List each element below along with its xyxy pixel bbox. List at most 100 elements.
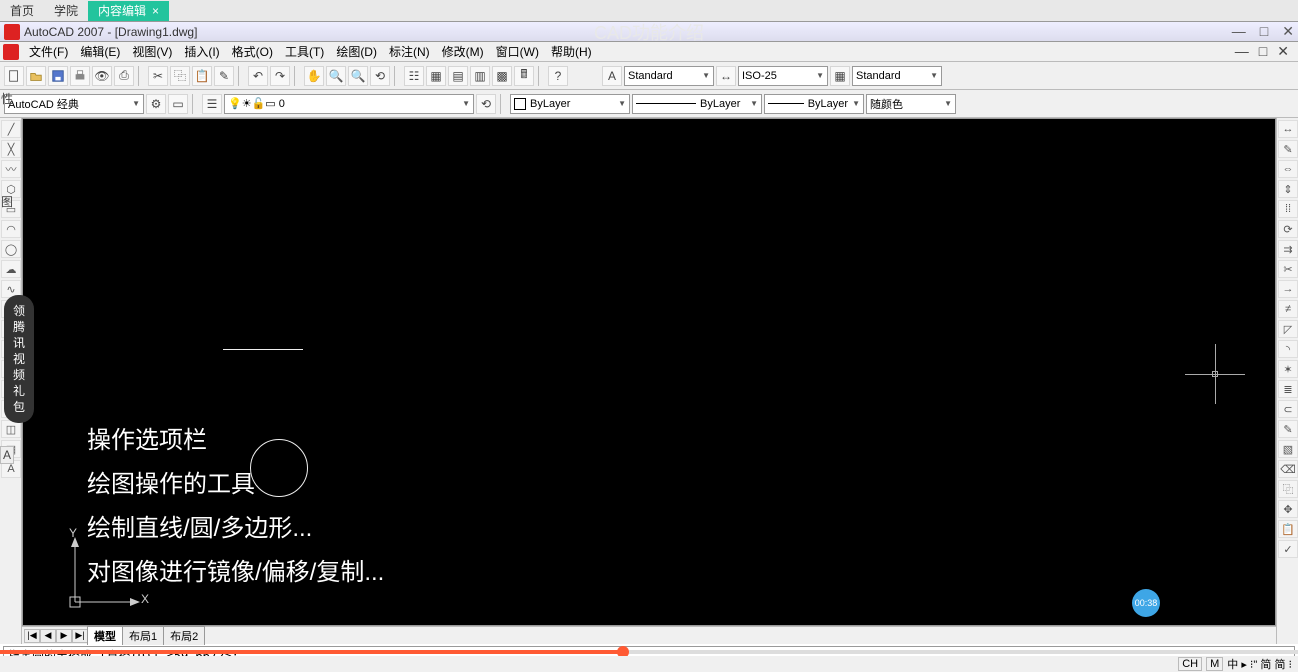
- layer-select[interactable]: 💡 ☀ 🔓 ▭ 0 ▼: [224, 94, 474, 114]
- tablestyle-icon[interactable]: ▦: [830, 66, 850, 86]
- tab-edit[interactable]: 内容编辑 ×: [88, 1, 169, 21]
- help-button[interactable]: ?: [548, 66, 568, 86]
- doc-close-button[interactable]: ✕: [1277, 43, 1289, 60]
- publish-button[interactable]: ⎙: [114, 66, 134, 86]
- offset-tool[interactable]: ⇉: [1278, 240, 1298, 258]
- match-button[interactable]: ✎: [214, 66, 234, 86]
- tab-college[interactable]: 学院: [44, 1, 88, 21]
- drawing-canvas[interactable]: Y X 操作选项栏 绘图操作的工具 绘制直线/圆/多边形... 对图像进行镜像/…: [22, 118, 1276, 626]
- menu-tools[interactable]: 工具(T): [281, 42, 328, 61]
- workspace-save-button[interactable]: ▭: [168, 94, 188, 114]
- sheetset-button[interactable]: ▥: [470, 66, 490, 86]
- tab-nav-first[interactable]: |◀: [24, 629, 40, 643]
- table-style-select[interactable]: Standard▼: [852, 66, 942, 86]
- hatch-edit-tool[interactable]: ✎: [1278, 140, 1298, 158]
- color-select[interactable]: ByLayer▼: [510, 94, 630, 114]
- break-tool[interactable]: ≠: [1278, 300, 1298, 318]
- plotstyle-select[interactable]: 随颜色▼: [866, 94, 956, 114]
- video-progress-bar[interactable]: [0, 650, 1298, 654]
- menu-dim[interactable]: 标注(N): [385, 42, 434, 61]
- layer-prev-button[interactable]: ⟲: [476, 94, 496, 114]
- copy2-tool[interactable]: ⿻: [1278, 480, 1298, 498]
- side-panel-properties[interactable]: 性: [1, 90, 13, 107]
- tab-home[interactable]: 首页: [0, 1, 44, 21]
- extend-tool[interactable]: →: [1278, 280, 1298, 298]
- move2-tool[interactable]: ✥: [1278, 500, 1298, 518]
- new-button[interactable]: [4, 66, 24, 86]
- tab-model[interactable]: 模型: [87, 626, 123, 645]
- design-center-button[interactable]: ▦: [426, 66, 446, 86]
- fillet-tool[interactable]: ◝: [1278, 340, 1298, 358]
- match-tool[interactable]: ✓: [1278, 540, 1298, 558]
- save-button[interactable]: [48, 66, 68, 86]
- doc-maximize-button[interactable]: □: [1259, 43, 1267, 60]
- grad-tool[interactable]: ▧: [1278, 440, 1298, 458]
- tab-nav-next[interactable]: ▶: [56, 629, 72, 643]
- dimstyle-icon[interactable]: ↔: [716, 66, 736, 86]
- markup-button[interactable]: ▩: [492, 66, 512, 86]
- zoom-prev-button[interactable]: ⟲: [370, 66, 390, 86]
- tab-layout1[interactable]: 布局1: [122, 626, 164, 645]
- rotate-tool[interactable]: ⟳: [1278, 220, 1298, 238]
- menu-help[interactable]: 帮助(H): [547, 42, 596, 61]
- ime-ch[interactable]: CH: [1178, 657, 1202, 671]
- menu-insert[interactable]: 插入(I): [180, 42, 223, 61]
- erase-tool[interactable]: ⌫: [1278, 460, 1298, 478]
- text-style-select[interactable]: Standard▼: [624, 66, 714, 86]
- window-maximize-button[interactable]: □: [1260, 23, 1268, 40]
- cut-button[interactable]: ✂: [148, 66, 168, 86]
- close-icon[interactable]: ×: [152, 4, 159, 18]
- tab-nav-prev[interactable]: ◀: [40, 629, 56, 643]
- menu-modify[interactable]: 修改(M): [438, 42, 488, 61]
- edit-tool[interactable]: ✎: [1278, 420, 1298, 438]
- tool-palettes-button[interactable]: ▤: [448, 66, 468, 86]
- dim-style-select[interactable]: ISO-25▼: [738, 66, 828, 86]
- mirror-h-tool[interactable]: ⇔: [1278, 160, 1298, 178]
- mirror-v-tool[interactable]: ⇕: [1278, 180, 1298, 198]
- linetype-select[interactable]: ByLayer▼: [632, 94, 762, 114]
- tencent-promo[interactable]: 领腾讯视频礼包: [4, 295, 34, 423]
- paste-button[interactable]: 📋: [192, 66, 212, 86]
- window-minimize-button[interactable]: —: [1232, 23, 1246, 40]
- side-panel-views[interactable]: 图: [1, 193, 13, 210]
- menu-window[interactable]: 窗口(W): [492, 42, 543, 61]
- side-panel-a[interactable]: A: [0, 446, 14, 464]
- ime-m[interactable]: M: [1206, 657, 1223, 671]
- undo-button[interactable]: ↶: [248, 66, 268, 86]
- layer-props-button[interactable]: ☰: [202, 94, 222, 114]
- trim-tool[interactable]: ✂: [1278, 260, 1298, 278]
- pan-button[interactable]: ✋: [304, 66, 324, 86]
- tab-nav-last[interactable]: ▶|: [72, 629, 88, 643]
- lineweight-select[interactable]: ByLayer▼: [764, 94, 864, 114]
- menu-file[interactable]: 文件(F): [25, 42, 72, 61]
- dist-tool[interactable]: ↔: [1278, 120, 1298, 138]
- menu-view[interactable]: 视图(V): [128, 42, 176, 61]
- menu-format[interactable]: 格式(O): [228, 42, 277, 61]
- plot-preview-button[interactable]: 👁: [92, 66, 112, 86]
- join-tool[interactable]: ⊂: [1278, 400, 1298, 418]
- workspace-settings-button[interactable]: ⚙: [146, 94, 166, 114]
- tab-edit-label: 内容编辑: [98, 2, 146, 19]
- chamfer-tool[interactable]: ◸: [1278, 320, 1298, 338]
- print-button[interactable]: [70, 66, 90, 86]
- doc-minimize-button[interactable]: —: [1235, 43, 1249, 60]
- textstyle-icon[interactable]: A: [602, 66, 622, 86]
- zoom-rt-button[interactable]: 🔍: [326, 66, 346, 86]
- overlay-line-2: 绘图操作的工具: [87, 463, 384, 507]
- explode-tool[interactable]: ✶: [1278, 360, 1298, 378]
- workspace-select[interactable]: AutoCAD 经典▼: [4, 94, 144, 114]
- tab-layout2[interactable]: 布局2: [163, 626, 205, 645]
- menu-edit[interactable]: 编辑(E): [76, 42, 124, 61]
- window-close-button[interactable]: ✕: [1282, 23, 1294, 40]
- paste-tool[interactable]: 📋: [1278, 520, 1298, 538]
- align-tool[interactable]: ≣: [1278, 380, 1298, 398]
- copy-button[interactable]: ⿻: [170, 66, 190, 86]
- array-tool[interactable]: ⁞⁞: [1278, 200, 1298, 218]
- zoom-win-button[interactable]: 🔍: [348, 66, 368, 86]
- menu-draw[interactable]: 绘图(D): [332, 42, 381, 61]
- properties-button[interactable]: ☷: [404, 66, 424, 86]
- quickcalc-button[interactable]: 🖩: [514, 66, 534, 86]
- ime-rest[interactable]: 中 ▸ ⁝" 简 简 ⁝: [1227, 656, 1292, 672]
- redo-button[interactable]: ↷: [270, 66, 290, 86]
- open-button[interactable]: [26, 66, 46, 86]
